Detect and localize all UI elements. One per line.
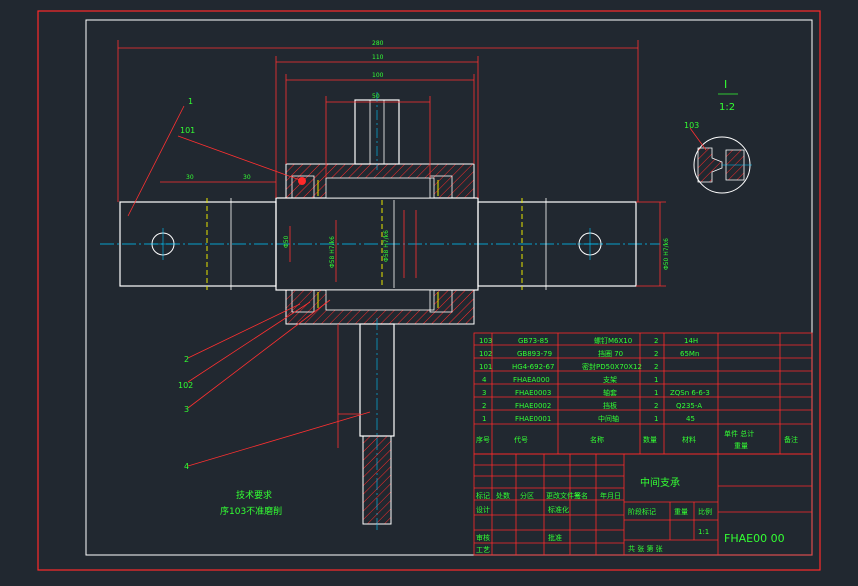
part-name: 密封PD50X70X12 <box>582 362 642 371</box>
dim-30b: 30 <box>243 174 251 181</box>
part-no: 102 <box>479 350 492 358</box>
header-code: 代号 <box>514 435 528 444</box>
header-no: 序号 <box>476 435 490 444</box>
notes-title: 技术要求 <box>236 489 272 501</box>
part-no: 2 <box>482 402 486 410</box>
part-name: 螺钉M6X10 <box>594 336 632 345</box>
detail-scale: 1:2 <box>719 102 735 113</box>
part-code: GB73-85 <box>518 337 549 345</box>
part-code: FHAE0003 <box>515 389 551 397</box>
tb-title: 中间支承 <box>640 476 680 489</box>
part-no: 4 <box>482 376 487 384</box>
dim-bore-center: Φ58 H7/k6 <box>329 236 336 268</box>
part-code: FHAE0001 <box>515 415 551 423</box>
part-code: HG4-692-67 <box>512 363 554 371</box>
header-weight: 单件 总计 <box>724 429 754 438</box>
header-qty: 数量 <box>643 435 657 444</box>
header-weight2: 重量 <box>734 442 748 450</box>
part-qty: 2 <box>654 363 658 371</box>
tb-ratio: 比例 <box>698 507 712 516</box>
part-material: Q235-A <box>676 402 702 410</box>
part-material: 45 <box>686 415 695 423</box>
part-qty: 1 <box>654 415 658 423</box>
part-code: FHAEA000 <box>513 376 550 384</box>
tb-approve: 批准 <box>548 533 562 542</box>
parts-header: 序号 代号 名称 数量 材料 单件 总计 重量 备注 <box>476 429 798 450</box>
cad-drawing: 280 110 100 50 30 30 Φ50 Φ58 H7/k6 Φ58 H… <box>37 10 821 571</box>
tb-col-zone: 分区 <box>520 491 534 500</box>
tb-stage: 阶段标记 <box>628 507 656 516</box>
dimensions <box>117 40 666 287</box>
dim-shaft-right: Φ50 H7/k6 <box>663 238 670 270</box>
part-name: 挡圈 70 <box>598 349 623 358</box>
technical-notes: 技术要求 序103不准磨削 <box>220 489 282 517</box>
part-code: GB893-79 <box>517 350 552 358</box>
tb-sheets: 共 张 第 张 <box>628 544 663 553</box>
tb-row-check: 审核 <box>476 533 490 542</box>
header-name: 名称 <box>590 435 604 444</box>
dim-280: 280 <box>372 40 384 47</box>
tb-drawing-no: FHAE00 00 <box>724 532 785 545</box>
tb-col-count: 处数 <box>496 491 510 500</box>
balloon-labels: 1 101 2 102 3 4 <box>178 97 195 471</box>
inner-frame <box>85 19 813 556</box>
dim-50: 50 <box>372 93 380 100</box>
tb-col-date: 年月日 <box>600 491 621 500</box>
detail-view: I 1:2 103 <box>684 78 752 194</box>
tb-weight: 重量 <box>674 508 688 516</box>
part-no: 1 <box>482 415 486 423</box>
part-name: 中间轴 <box>598 414 619 423</box>
detail-callout: 103 <box>684 121 699 130</box>
part-qty: 2 <box>654 402 658 410</box>
part-name: 轴套 <box>603 388 617 397</box>
part-code: FHAE0002 <box>515 402 551 410</box>
part-no: 103 <box>479 337 492 345</box>
notes-line1: 序103不准磨削 <box>220 505 282 517</box>
header-remark: 备注 <box>784 435 798 444</box>
tb-row-mark: 标记 <box>476 491 490 500</box>
tb-row-design: 设计 <box>476 505 490 514</box>
part-no: 101 <box>479 363 492 371</box>
title-block: 中间支承 FHAE00 00 阶段标记 重量 比例 1:1 共 张 第 张 标记… <box>473 453 813 556</box>
balloon-4: 4 <box>184 462 189 471</box>
part-material: 65Mn <box>680 350 699 358</box>
dim-bore-left: Φ50 <box>283 235 290 248</box>
balloon-1: 1 <box>188 97 193 106</box>
dim-100: 100 <box>372 72 384 79</box>
part-name: 支架 <box>603 375 617 384</box>
part-material: ZQSn 6-6-3 <box>670 389 710 397</box>
part-qty: 1 <box>654 376 658 384</box>
dim-110: 110 <box>372 54 384 61</box>
detail-label: I <box>724 78 727 91</box>
tb-row-process: 工艺 <box>476 546 490 554</box>
balloon-2: 2 <box>184 355 189 364</box>
part-no: 3 <box>482 389 486 397</box>
part-material: 14H <box>684 337 698 345</box>
header-material: 材料 <box>682 435 696 444</box>
tb-scale: 1:1 <box>698 528 709 536</box>
balloon-101: 101 <box>180 126 195 135</box>
tb-col-sign: 签名 <box>574 491 588 500</box>
parts-list: 103 GB73-85 螺钉M6X10 2 14H 102 GB893-79 挡… <box>473 332 813 455</box>
tb-std: 标准化 <box>548 505 569 514</box>
part-qty: 2 <box>654 350 658 358</box>
dim-bore-center2: Φ58 H7/k6 <box>383 230 390 262</box>
part-qty: 1 <box>654 389 658 397</box>
balloon-3: 3 <box>184 405 189 414</box>
dim-30a: 30 <box>186 174 194 181</box>
balloon-102: 102 <box>178 381 193 390</box>
part-name: 挡板 <box>603 401 617 410</box>
part-qty: 2 <box>654 337 658 345</box>
